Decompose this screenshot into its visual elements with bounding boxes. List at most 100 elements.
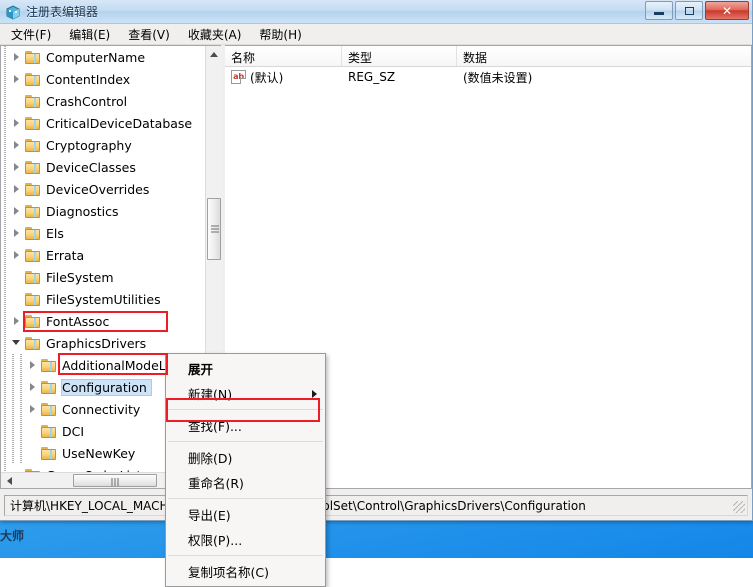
- tree-item-graphicsdrivers[interactable]: GraphicsDrivers: [1, 332, 205, 354]
- tree-indent-guide: [9, 354, 17, 376]
- tree-item-fontassoc[interactable]: FontAssoc: [1, 310, 205, 332]
- tree-expand-triangle-icon[interactable]: [9, 310, 25, 332]
- tree-indent-guide: [1, 354, 9, 376]
- tree-expand-triangle-icon[interactable]: [9, 200, 25, 222]
- folder-icon: [41, 446, 58, 460]
- context-menu-separator: [168, 498, 323, 499]
- context-menu-item-7[interactable]: 复制项名称(C): [166, 559, 325, 584]
- folder-icon: [25, 292, 42, 306]
- tree-no-children-spacer: [25, 442, 41, 464]
- tree-indent-guide: [9, 376, 17, 398]
- column-header-data[interactable]: 数据: [457, 46, 751, 66]
- tree-collapse-triangle-icon[interactable]: [9, 332, 25, 354]
- tree-item-crashcontrol[interactable]: CrashControl: [1, 90, 205, 112]
- tree-item-cryptography[interactable]: Cryptography: [1, 134, 205, 156]
- tree-no-children-spacer: [25, 420, 41, 442]
- context-menu-item-label: 删除(D): [188, 448, 232, 467]
- tree-item-errata[interactable]: Errata: [1, 244, 205, 266]
- folder-icon: [25, 94, 42, 108]
- tree-indent-guide: [1, 112, 9, 134]
- context-menu-item-label: 复制项名称(C): [188, 562, 269, 581]
- tree-item-label: DeviceClasses: [46, 160, 140, 175]
- folder-icon: [25, 72, 42, 86]
- tree-indent-guide: [1, 442, 9, 464]
- resize-grip-icon[interactable]: [733, 501, 745, 513]
- tree-expand-triangle-icon[interactable]: [9, 222, 25, 244]
- tree-indent-guide: [1, 288, 9, 310]
- context-menu-separator: [168, 409, 323, 410]
- context-menu-item-3[interactable]: 删除(D): [166, 445, 325, 470]
- context-menu-item-1[interactable]: 新建(N): [166, 381, 325, 406]
- window-controls: ✕: [645, 1, 749, 20]
- tree-expand-triangle-icon[interactable]: [9, 156, 25, 178]
- value-type-cell: REG_SZ: [342, 70, 457, 84]
- maximize-button[interactable]: [675, 1, 703, 20]
- close-button[interactable]: ✕: [705, 1, 749, 20]
- tree-item-filesystem[interactable]: FileSystem: [1, 266, 205, 288]
- tree-indent-guide: [1, 178, 9, 200]
- menu-help[interactable]: 帮助(H): [250, 24, 310, 45]
- tree-item-diagnostics[interactable]: Diagnostics: [1, 200, 205, 222]
- context-menu-item-6[interactable]: 权限(P)...: [166, 527, 325, 552]
- context-menu-separator: [168, 441, 323, 442]
- tree-item-label: UseNewKey: [62, 446, 139, 461]
- tree-item-label: CriticalDeviceDatabase: [46, 116, 196, 131]
- tree-item-deviceclasses[interactable]: DeviceClasses: [1, 156, 205, 178]
- folder-icon: [25, 182, 42, 196]
- tree-item-label: ContentIndex: [46, 72, 134, 87]
- folder-icon: [25, 160, 42, 174]
- tree-item-computername[interactable]: ComputerName: [1, 46, 205, 68]
- values-column-header: 名称 类型 数据: [225, 46, 751, 67]
- tree-item-deviceoverrides[interactable]: DeviceOverrides: [1, 178, 205, 200]
- tree-item-label: Connectivity: [62, 402, 144, 417]
- tree-item-filesystemutilities[interactable]: FileSystemUtilities: [1, 288, 205, 310]
- value-row[interactable]: ab(默认)REG_SZ(数值未设置): [225, 67, 751, 87]
- tree-expand-triangle-icon[interactable]: [9, 68, 25, 90]
- tree-expand-triangle-icon[interactable]: [25, 354, 41, 376]
- folder-icon: [25, 204, 42, 218]
- column-header-name[interactable]: 名称: [225, 46, 342, 66]
- context-menu-item-4[interactable]: 重命名(R): [166, 470, 325, 495]
- tree-expand-triangle-icon[interactable]: [25, 376, 41, 398]
- tree-expand-triangle-icon[interactable]: [25, 398, 41, 420]
- context-menu-item-label: 权限(P)...: [188, 530, 242, 549]
- context-menu-item-2[interactable]: 查找(F)...: [166, 413, 325, 438]
- tree-item-label: Errata: [46, 248, 88, 263]
- tree-item-label: Cryptography: [46, 138, 136, 153]
- menu-view[interactable]: 查看(V): [119, 24, 179, 45]
- tree-indent-guide: [1, 68, 9, 90]
- tree-indent-guide: [1, 46, 9, 68]
- tree-expand-triangle-icon[interactable]: [9, 244, 25, 266]
- tree-item-els[interactable]: Els: [1, 222, 205, 244]
- tree-item-label: Els: [46, 226, 68, 241]
- vertical-scroll-thumb[interactable]: [207, 198, 221, 260]
- menu-edit[interactable]: 编辑(E): [60, 24, 119, 45]
- content-panes: ComputerName ContentIndex CrashControl Crit…: [0, 45, 752, 489]
- folder-icon: [25, 50, 42, 64]
- horizontal-scroll-thumb[interactable]: [73, 474, 157, 487]
- status-bar: 计算机\HKEY_LOCAL_MACHINE\SYSTEM\CurrentCon…: [0, 489, 752, 520]
- context-menu-item-5[interactable]: 导出(E): [166, 502, 325, 527]
- tree-indent-guide: [17, 376, 25, 398]
- column-header-type[interactable]: 类型: [342, 46, 457, 66]
- tree-expand-triangle-icon[interactable]: [9, 112, 25, 134]
- tree-item-contentindex[interactable]: ContentIndex: [1, 68, 205, 90]
- scroll-up-button[interactable]: [206, 46, 221, 63]
- tree-expand-triangle-icon[interactable]: [9, 46, 25, 68]
- title-bar[interactable]: 注册表编辑器 ✕: [0, 0, 752, 24]
- minimize-icon: [654, 12, 664, 15]
- minimize-button[interactable]: [645, 1, 673, 20]
- tree-expand-triangle-icon[interactable]: [9, 134, 25, 156]
- tree-item-criticaldevicedatabase[interactable]: CriticalDeviceDatabase: [1, 112, 205, 134]
- tree-indent-guide: [1, 200, 9, 222]
- scroll-left-button[interactable]: [1, 473, 18, 489]
- tree-context-menu: 展开新建(N) 查找(F)... 删除(D) 重命名(R) 导出(E) 权限(P)... 复…: [165, 353, 326, 587]
- menu-bar: 文件(F) 编辑(E) 查看(V) 收藏夹(A) 帮助(H): [0, 24, 752, 45]
- maximize-icon: [685, 7, 694, 15]
- tree-expand-triangle-icon[interactable]: [9, 178, 25, 200]
- tree-indent-guide: [1, 222, 9, 244]
- menu-file[interactable]: 文件(F): [2, 24, 60, 45]
- menu-favorites[interactable]: 收藏夹(A): [179, 24, 251, 45]
- tree-item-label: ComputerName: [46, 50, 149, 65]
- context-menu-item-0[interactable]: 展开: [166, 356, 325, 381]
